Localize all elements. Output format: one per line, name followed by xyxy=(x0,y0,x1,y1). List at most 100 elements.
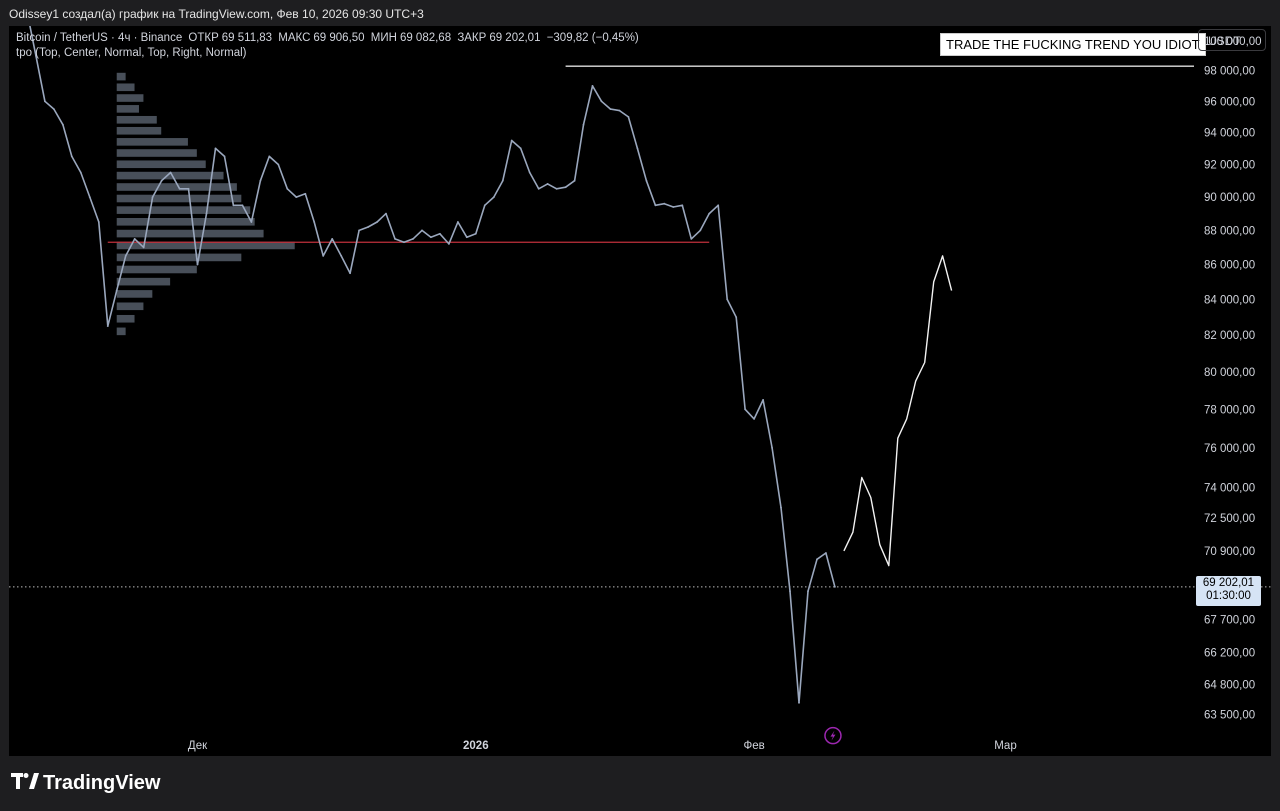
price-point xyxy=(358,229,360,232)
currency-button[interactable]: USDT xyxy=(1198,29,1266,51)
price-point xyxy=(448,243,450,245)
price-point xyxy=(699,229,702,232)
price-point xyxy=(115,289,118,292)
legend-close-value: 69 202,01 xyxy=(489,32,541,44)
price-point xyxy=(142,246,145,249)
price-point xyxy=(618,109,621,112)
y-axis-tick-label: 94 000,00 xyxy=(1204,128,1255,140)
volume-profile-bar xyxy=(116,302,144,311)
price-point xyxy=(106,325,109,327)
y-axis-tick-label: 78 000,00 xyxy=(1204,404,1255,416)
volume-profile-bar xyxy=(116,327,126,336)
volume-profile-bar xyxy=(116,149,197,157)
price-point xyxy=(196,263,199,266)
price-point xyxy=(421,229,423,232)
volume-profile-bar xyxy=(116,115,157,124)
price-point xyxy=(232,204,235,207)
price-point xyxy=(79,171,82,174)
price-point xyxy=(44,100,46,103)
price-point xyxy=(205,212,208,215)
volume-profile-bar xyxy=(116,138,188,146)
price-point xyxy=(133,238,136,240)
legend-change: −309,82 (−0,45%) xyxy=(546,32,639,44)
price-point xyxy=(259,179,262,182)
price-point xyxy=(726,298,729,301)
price-point xyxy=(474,232,477,235)
x-axis-tick-label: 2026 xyxy=(463,740,489,752)
tradingview-brand[interactable]: TradingView xyxy=(11,772,160,795)
price-point xyxy=(510,139,513,142)
volume-profile-bar xyxy=(116,314,135,323)
chart-area[interactable]: Bitcoin / TetherUS · 4ч · Binance ОТКР 69… xyxy=(9,26,1271,756)
y-axis-tick-label: 66 200,00 xyxy=(1204,648,1255,660)
tradingview-brand-name: TradingView xyxy=(43,772,161,794)
y-axis-tick-label: 82 000,00 xyxy=(1204,330,1255,342)
price-point xyxy=(582,123,585,126)
price-chart[interactable]: 100 000,0098 000,0096 000,0094 000,0092 … xyxy=(9,26,1271,756)
price-point xyxy=(708,212,711,215)
chart-author-caption: Odissey1 создал(а) график на TradingView… xyxy=(9,7,424,21)
price-point xyxy=(169,171,172,174)
forecast-brush-line xyxy=(843,255,953,567)
price-point xyxy=(62,123,64,126)
tradingview-logo-icon xyxy=(11,772,39,795)
price-point xyxy=(331,238,334,240)
price-point xyxy=(501,179,504,182)
y-axis-tick-label: 88 000,00 xyxy=(1204,225,1255,237)
legend-high-label: МАКС xyxy=(278,32,311,44)
price-point xyxy=(753,418,755,420)
price-point xyxy=(214,147,217,150)
price-point xyxy=(295,196,298,199)
volume-profile-bar xyxy=(116,265,197,274)
y-axis-tick-label: 63 500,00 xyxy=(1204,709,1255,721)
price-point xyxy=(286,187,289,190)
y-axis-tick-label: 90 000,00 xyxy=(1204,192,1255,204)
price-point xyxy=(340,255,343,257)
y-axis-tick-label: 84 000,00 xyxy=(1204,294,1255,306)
price-point xyxy=(187,187,190,190)
price-point xyxy=(124,255,127,257)
price-point xyxy=(97,221,100,223)
price-point xyxy=(304,192,307,195)
price-point xyxy=(268,155,271,158)
volume-profile-bar xyxy=(116,83,135,92)
y-axis-tick-label: 76 000,00 xyxy=(1204,443,1255,455)
price-point xyxy=(825,552,827,554)
lightning-bolt xyxy=(830,730,836,741)
volume-profile-bar xyxy=(116,194,242,203)
volume-profile-bar xyxy=(116,105,139,113)
y-axis-tick-label: 70 900,00 xyxy=(1204,546,1255,558)
price-point xyxy=(394,238,396,240)
legend-indicator[interactable]: tpo (Top, Center, Normal, Top, Right, No… xyxy=(16,47,642,59)
y-axis-tick-label: 96 000,00 xyxy=(1204,96,1255,108)
price-point xyxy=(241,204,244,207)
price-point xyxy=(834,586,836,588)
x-axis-tick-label: Фев xyxy=(743,740,764,752)
price-point xyxy=(573,179,576,182)
price-point xyxy=(465,236,468,239)
x-axis-tick-label: Мар xyxy=(994,740,1017,752)
y-axis-tick-label: 72 500,00 xyxy=(1204,513,1255,525)
price-point xyxy=(789,590,791,593)
price-point xyxy=(313,221,316,223)
price-point xyxy=(250,221,253,223)
price-point xyxy=(53,108,55,110)
price-point xyxy=(654,204,657,207)
price-point xyxy=(546,183,549,185)
price-point xyxy=(367,226,369,228)
y-axis-tick-label: 86 000,00 xyxy=(1204,260,1255,272)
volume-profile-bar xyxy=(116,160,206,169)
price-point xyxy=(663,202,666,205)
legend-ohlc-row: Bitcoin / TetherUS · 4ч · Binance ОТКР 69… xyxy=(16,32,642,44)
trend-text-banner[interactable]: TRADE THE FUCKING TREND YOU IDIOT xyxy=(940,33,1206,56)
volume-profile-bar xyxy=(116,94,144,102)
legend-symbol[interactable]: Bitcoin / TetherUS · 4ч · Binance xyxy=(16,32,182,44)
price-point xyxy=(681,204,684,207)
price-point xyxy=(277,163,280,166)
price-point xyxy=(457,221,459,223)
price-point xyxy=(555,187,558,190)
price-point xyxy=(430,236,432,239)
volume-profile-bar xyxy=(116,290,153,298)
x-axis-tick-label: Дек xyxy=(188,740,208,752)
price-point xyxy=(564,186,567,189)
